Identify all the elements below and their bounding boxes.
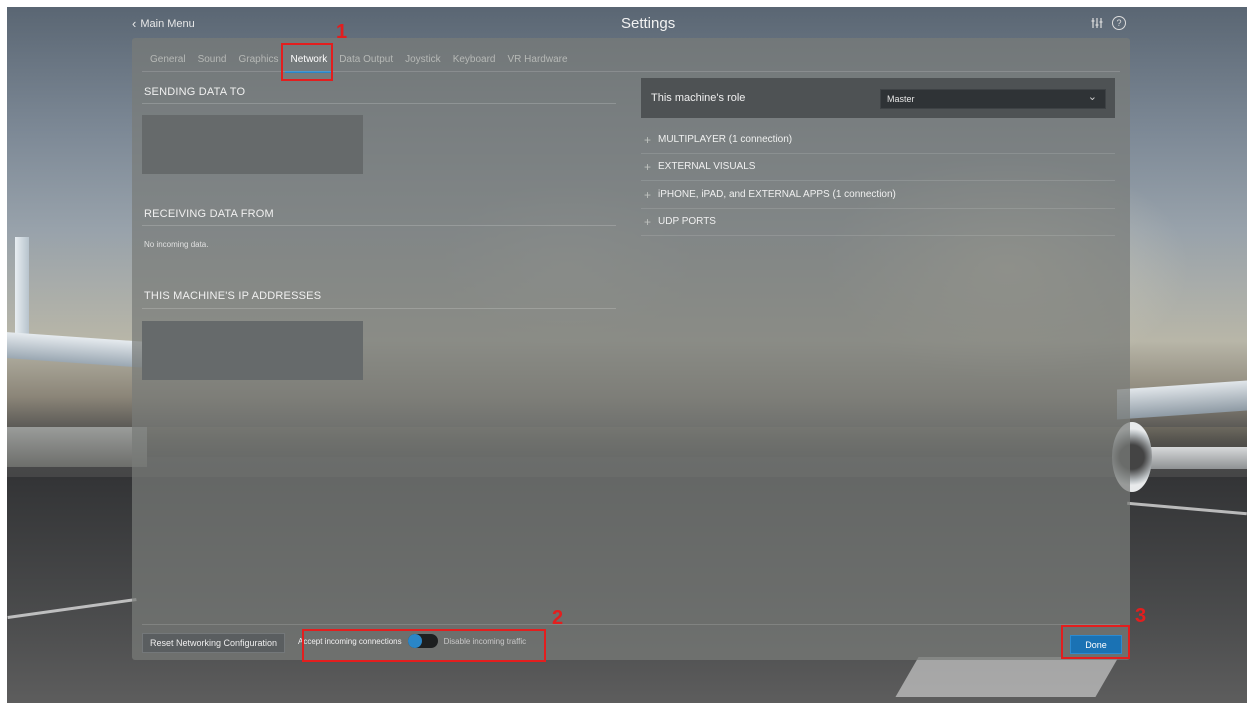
section-label: EXTERNAL VISUALS [658,161,756,172]
sending-data-list [142,115,363,174]
section-divider [142,308,616,309]
machine-role-value: Master [887,94,915,104]
annotation-number: 2 [552,607,564,629]
no-incoming-data-text: No incoming data. [144,240,209,249]
annotation-box-done [1061,625,1130,659]
page-title: Settings [621,15,676,32]
tab-graphics[interactable]: Graphics [233,48,285,73]
receiving-data-heading: RECEIVING DATA FROM [144,208,274,220]
annotation-box-toggle [302,629,546,662]
chevron-down-icon: ⌄ [1087,91,1097,103]
annotation-box-network-tab [281,43,333,81]
help-icon[interactable]: ? [1112,16,1126,30]
tab-joystick[interactable]: Joystick [399,48,447,73]
tail-fin [15,237,29,347]
external-apps-section[interactable]: + iPHONE, iPAD, and EXTERNAL APPS (1 con… [641,182,1115,209]
ip-addresses-list [142,321,363,380]
apron [7,427,147,467]
annotation-number: 3 [1135,605,1147,627]
main-menu-back-link[interactable]: ‹ Main Menu [132,16,195,31]
top-right-icons: ? [1090,16,1126,30]
plus-icon: + [644,160,652,174]
runway-stripe [895,657,1119,697]
tab-data-output[interactable]: Data Output [333,48,399,73]
section-label: UDP PORTS [658,216,716,227]
top-bar: ‹ Main Menu Settings ? [7,7,1247,37]
sending-data-heading: SENDING DATA TO [144,86,246,98]
annotation-number: 1 [336,21,348,43]
plus-icon: + [644,188,652,202]
machine-role-row: This machine's role Master ⌄ [641,78,1115,118]
plus-icon: + [644,215,652,229]
external-visuals-section[interactable]: + EXTERNAL VISUALS [641,154,1115,181]
tab-sound[interactable]: Sound [192,48,233,73]
section-divider [142,103,616,104]
udp-ports-section[interactable]: + UDP PORTS [641,209,1115,236]
machine-role-select[interactable]: Master ⌄ [880,89,1106,109]
ip-addresses-heading: THIS MACHINE'S IP ADDRESSES [144,290,322,302]
right-wing [1117,380,1247,420]
multiplayer-section[interactable]: + MULTIPLAYER (1 connection) [641,127,1115,154]
left-wing [7,332,147,368]
tab-keyboard[interactable]: Keyboard [447,48,502,73]
tab-general[interactable]: General [144,48,192,73]
back-label: Main Menu [140,18,195,30]
section-divider [142,225,616,226]
section-label: iPHONE, iPAD, and EXTERNAL APPS (1 conne… [658,189,896,200]
chevron-left-icon: ‹ [132,16,137,31]
plus-icon: + [644,133,652,147]
footer-divider [142,624,1120,625]
tab-vr-hardware[interactable]: VR Hardware [502,48,574,73]
terminal-building [1137,447,1247,469]
machine-role-label: This machine's role [651,92,746,104]
section-label: MULTIPLAYER (1 connection) [658,134,793,145]
settings-tabs: General Sound Graphics Network Data Outp… [144,48,574,73]
reset-networking-button[interactable]: Reset Networking Configuration [142,633,286,653]
settings-panel: General Sound Graphics Network Data Outp… [132,38,1130,660]
sliders-icon[interactable] [1090,16,1104,30]
